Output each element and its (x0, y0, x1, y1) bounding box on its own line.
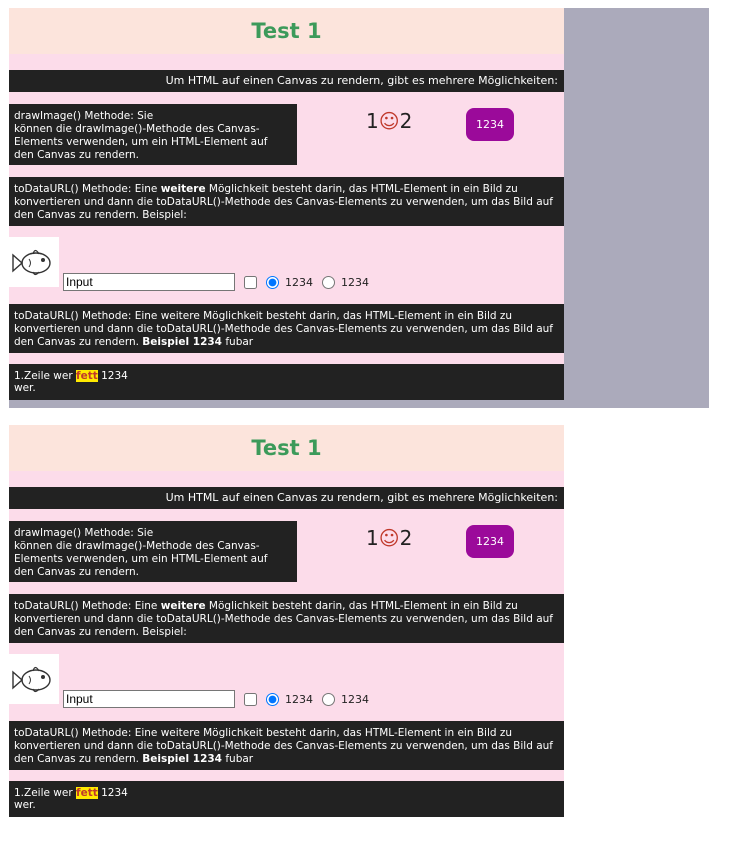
fish-icon (9, 237, 59, 287)
drawimage-line: drawImage() Methode: Sie (14, 527, 154, 539)
page-title: Test 1 (9, 425, 564, 471)
radio-2-label: 1234 (341, 275, 369, 289)
fish-icon (9, 654, 59, 704)
footer-box: 1.Zeile wer fett 1234 wer. (9, 781, 564, 817)
todataurl2-bold: Beispiel 1234 (142, 336, 222, 348)
todataurl-box-2: toDataURL() Methode: Eine weitere Möglic… (9, 304, 564, 353)
todataurl2-text: toDataURL() Methode: Eine weitere Möglic… (14, 727, 553, 765)
render-frame-top: Test 1 Um HTML auf einen Canvas zu rende… (9, 8, 709, 408)
drawimage-line: können die drawImage()-Methode des Canva… (14, 123, 260, 135)
smiley-icon: ☺ (378, 109, 400, 133)
drawimage-box: drawImage() Methode: Sie können die draw… (9, 104, 297, 165)
footer-box: 1.Zeile wer fett 1234 wer. (9, 364, 564, 400)
todataurl2-text: fubar (222, 753, 254, 765)
badge-button[interactable]: 1234 (466, 525, 514, 558)
intro-bar: Um HTML auf einen Canvas zu rendern, gib… (9, 487, 564, 509)
radio-1[interactable] (266, 275, 279, 289)
radio-2[interactable] (322, 275, 335, 289)
smiley-text: 1☺2 (366, 526, 412, 550)
todataurl-box-2: toDataURL() Methode: Eine weitere Möglic… (9, 721, 564, 770)
todataurl2-bold: Beispiel 1234 (142, 753, 222, 765)
todataurl-box: toDataURL() Methode: Eine weitere Möglic… (9, 594, 564, 643)
drawimage-line: den Canvas zu rendern. (14, 566, 139, 578)
footer-line2: wer. (14, 382, 36, 394)
drawimage-line: können die drawImage()-Methode des Canva… (14, 540, 260, 552)
todataurl2-text: toDataURL() Methode: Eine weitere Möglic… (14, 310, 553, 348)
radio-2-label: 1234 (341, 692, 369, 706)
page-title: Test 1 (9, 8, 564, 54)
drawimage-line: den Canvas zu rendern. (14, 149, 139, 161)
drawimage-line: Elements verwenden, um ein HTML-Element … (14, 553, 268, 565)
todataurl2-text: fubar (222, 336, 254, 348)
footer-text: 1234 (97, 370, 128, 382)
smiley-right: 2 (399, 109, 413, 133)
text-input[interactable] (63, 690, 235, 708)
content-panel-top: Test 1 Um HTML auf einen Canvas zu rende… (9, 8, 564, 400)
intro-bar: Um HTML auf einen Canvas zu rendern, gib… (9, 70, 564, 92)
drawimage-line: drawImage() Methode: Sie (14, 110, 154, 122)
render-frame-bottom: Test 1 Um HTML auf einen Canvas zu rende… (9, 425, 564, 817)
content-panel-bottom: Test 1 Um HTML auf einen Canvas zu rende… (9, 425, 564, 817)
form-row: 1234 1234 (63, 272, 369, 292)
form-row: 1234 1234 (63, 689, 369, 709)
smiley-left: 1 (366, 526, 379, 550)
footer-text: 1.Zeile wer (14, 370, 77, 382)
todataurl-text: toDataURL() Methode: Eine (14, 600, 161, 612)
radio-1-label: 1234 (285, 692, 313, 706)
smiley-left: 1 (366, 109, 379, 133)
radio-1[interactable] (266, 692, 279, 706)
checkbox[interactable] (244, 692, 257, 706)
smiley-right: 2 (399, 526, 413, 550)
checkbox[interactable] (244, 275, 257, 289)
radio-1-label: 1234 (285, 275, 313, 289)
drawimage-box: drawImage() Methode: Sie können die draw… (9, 521, 297, 582)
todataurl-bold: weitere (160, 183, 206, 195)
todataurl-box: toDataURL() Methode: Eine weitere Möglic… (9, 177, 564, 226)
footer-bold: fett (76, 370, 98, 382)
smiley-icon: ☺ (378, 526, 400, 550)
drawimage-line: Elements verwenden, um ein HTML-Element … (14, 136, 268, 148)
footer-text: 1234 (97, 787, 128, 799)
footer-text: 1.Zeile wer (14, 787, 77, 799)
todataurl-text: toDataURL() Methode: Eine (14, 183, 161, 195)
badge-button[interactable]: 1234 (466, 108, 514, 141)
footer-line2: wer. (14, 799, 36, 811)
text-input[interactable] (63, 273, 235, 291)
smiley-text: 1☺2 (366, 109, 412, 133)
radio-2[interactable] (322, 692, 335, 706)
todataurl-bold: weitere (160, 600, 206, 612)
footer-bold: fett (76, 787, 98, 799)
